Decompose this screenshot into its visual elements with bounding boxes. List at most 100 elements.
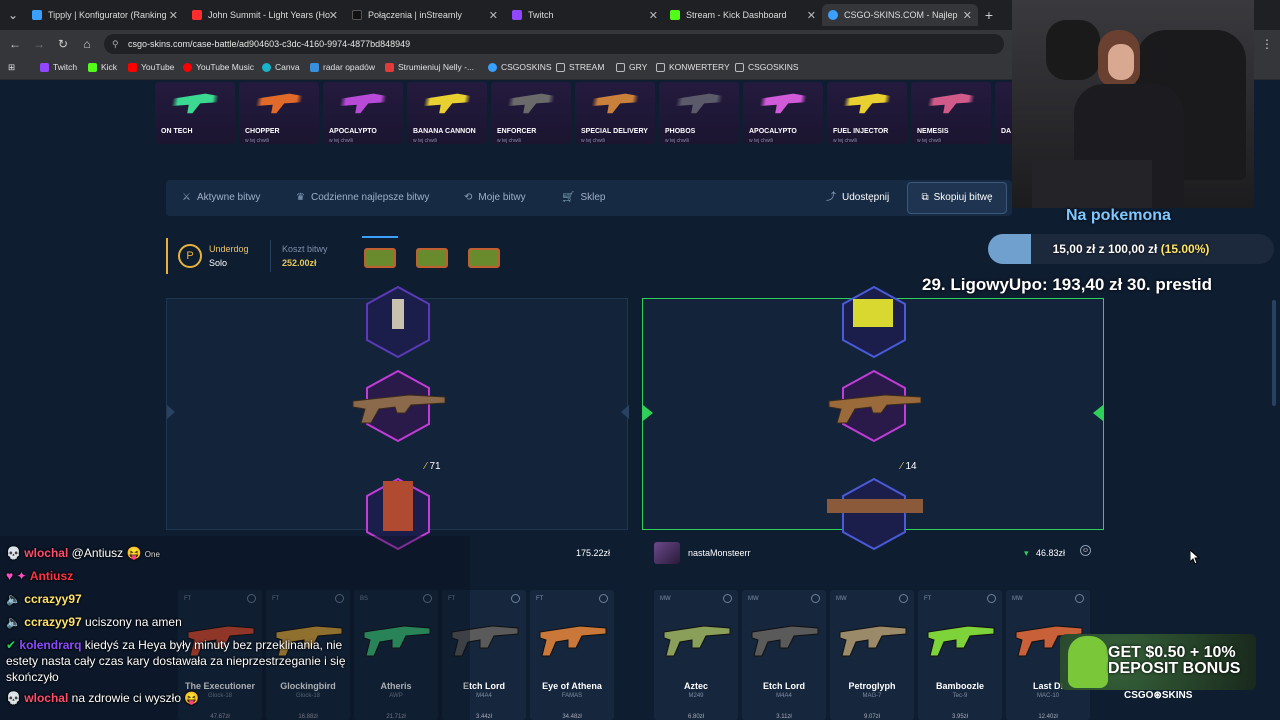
nav-daily-best[interactable]: ♛ Codzienne najlepsze bitwy [296, 180, 429, 216]
tab-favicon [192, 10, 202, 20]
browser-tab[interactable]: Stream - Kick Dashboard ✕ [664, 4, 822, 26]
live-drop-card[interactable]: FUEL INJECTOR w tej chwili [827, 82, 907, 144]
favorite-icon[interactable] [811, 594, 820, 603]
tab-search-icon[interactable]: ⌄ [4, 6, 22, 24]
live-drop-name: ENFORCER [497, 128, 537, 135]
bookmark-twitch[interactable]: Twitch [40, 62, 77, 72]
share-button[interactable]: ⤴ Udostępnij [826, 180, 889, 216]
chat-emote-label: One [144, 550, 160, 559]
bookmark-csgoskins[interactable]: CSGOSKINS [488, 62, 552, 72]
bookmark-folder-stream[interactable]: STREAM [556, 62, 604, 72]
browser-tab[interactable]: Tipply | Konfigurator (Ranking ✕ [26, 4, 184, 26]
favorite-icon[interactable] [723, 594, 732, 603]
browser-tab[interactable]: John Summit - Light Years (Ho ✕ [186, 4, 344, 26]
tab-close-icon[interactable]: ✕ [329, 9, 338, 22]
favorite-icon[interactable] [899, 594, 908, 603]
browser-tab-active[interactable]: CSGO-SKINS.COM - Najlep ✕ [822, 4, 978, 26]
live-drop-card[interactable]: APOCALYPTO w tej chwili [323, 82, 403, 144]
weapon-skin-icon [539, 625, 607, 657]
favorite-icon[interactable] [511, 594, 520, 603]
ad-brand-logo: CSGO⊛SKINS [1124, 690, 1193, 701]
favorite-icon[interactable] [599, 594, 608, 603]
weapon-skin-icon [839, 625, 907, 657]
battle-cost: 252.00zł [282, 258, 317, 268]
item-weapon-type: FAMAS [561, 693, 583, 699]
bookmark-folder-csgoskins[interactable]: CSGOSKINS [735, 62, 799, 72]
item-condition: MW [660, 596, 671, 602]
live-drop-card[interactable]: SPECIAL DELIVERY w tej chwili [575, 82, 655, 144]
bookmark-canva[interactable]: Canva [262, 62, 300, 72]
tab-close-icon[interactable]: ✕ [169, 9, 178, 22]
bookmark-folder-konwertery[interactable]: KONWERTERY [656, 62, 730, 72]
live-drop-card[interactable]: ON TECH [155, 82, 235, 144]
bookmark-strumieniuj[interactable]: Strumieniuj Nelly -... [385, 62, 474, 72]
item-price: 3.11zł [776, 714, 792, 720]
bookmark-youtube[interactable]: YouTube [128, 62, 174, 72]
live-drop-card[interactable]: NEMESIS w tej chwili [911, 82, 991, 144]
copy-icon: ⧉ [921, 192, 929, 203]
favorite-icon[interactable] [987, 594, 996, 603]
battle-header: P Underdog Solo Koszt bitwy 252.00zł [166, 236, 606, 276]
player-name[interactable]: nastaMonsteerr [688, 548, 751, 558]
live-drop-card[interactable]: ENFORCER w tej chwili [491, 82, 571, 144]
drop-item-card[interactable]: MW Etch Lord M4A4 3.11zł [742, 590, 826, 720]
live-drop-time: w tej chwili [413, 138, 437, 144]
reload-icon[interactable]: ↻ [54, 35, 72, 53]
copy-battle-button[interactable]: ⧉ Skopiuj bitwę [907, 182, 1007, 214]
item-price: 3.95zł [951, 714, 968, 720]
avatar[interactable] [654, 542, 680, 564]
battle-nav-bar: ⚔ Aktywne bitwy ♛ Codzienne najlepsze bitw… [166, 180, 1012, 216]
drop-item-card[interactable]: MW Petroglyph MAG-7 9.07zł [830, 590, 914, 720]
player-total: 175.22zł [576, 548, 611, 558]
item-weapon-type: MAG-7 [862, 693, 882, 699]
page-scrollbar[interactable] [1272, 300, 1276, 406]
back-icon[interactable]: ← [6, 35, 24, 53]
bookmark-youtube-music[interactable]: YouTube Music [183, 62, 254, 72]
drop-item-card[interactable]: MW Aztec M249 6.80zł [654, 590, 738, 720]
bookmark-label: YouTube [141, 62, 175, 72]
nav-active-battles[interactable]: ⚔ Aktywne bitwy [182, 180, 260, 216]
tab-close-icon[interactable]: ✕ [649, 9, 658, 22]
bookmark-kick[interactable]: Kick [88, 62, 117, 72]
nav-shop[interactable]: 🛒 Sklep [562, 180, 605, 216]
case-thumbnail[interactable] [414, 240, 450, 270]
item-price: 12.40zł [1038, 714, 1058, 720]
live-drop-time: w tej chwili [245, 138, 269, 144]
drop-item-card[interactable]: FT Eye of Athena FAMAS 34.48zł [530, 590, 614, 720]
case-thumbnail[interactable] [466, 240, 502, 270]
tab-close-icon[interactable]: ✕ [489, 9, 498, 22]
favorite-icon[interactable] [1075, 594, 1084, 603]
chat-text: uciszony na amen [85, 615, 182, 629]
live-drop-card[interactable]: BANANA CANNON w tej chwili [407, 82, 487, 144]
csgoskins-icon [488, 62, 497, 72]
folder-icon [735, 62, 744, 72]
apps-grid-icon[interactable]: ⊞ [8, 62, 15, 73]
nav-my-battles[interactable]: ⟲ Moje bitwy [464, 180, 526, 216]
tab-close-icon[interactable]: ✕ [963, 9, 972, 22]
browser-tab[interactable]: Twitch ✕ [506, 4, 664, 26]
tab-close-icon[interactable]: ✕ [807, 9, 816, 22]
item-name: Petroglyph [848, 681, 896, 691]
divider [270, 240, 271, 272]
browser-tab[interactable]: Połączenia | inStreamly ✕ [346, 4, 504, 26]
item-name: Eye of Athena [542, 681, 602, 691]
emote-icon[interactable]: ☺ [1080, 545, 1091, 556]
drop-item-card[interactable]: FT Bamboozle Tec-9 3.95zł [918, 590, 1002, 720]
home-icon[interactable]: ⌂ [78, 35, 96, 53]
new-tab-icon[interactable]: + [980, 6, 998, 24]
case-thumbnail[interactable] [362, 236, 398, 270]
bookmark-radar[interactable]: radar opadów [310, 62, 375, 72]
ticker-text: 29. LigowyUpo: 193,40 zł 30. prestid [922, 275, 1213, 294]
sponsor-ad-banner[interactable]: GET $0.50 + 10% DEPOSIT BONUS CSGO⊛SKINS [1060, 630, 1260, 706]
forward-icon[interactable]: → [30, 35, 48, 53]
weapon-skin-icon [841, 93, 893, 114]
bookmark-folder-gry[interactable]: GRY [616, 62, 647, 72]
site-info-icon[interactable]: ⚲ [112, 34, 119, 54]
weapon-skin-icon [337, 93, 389, 114]
url-input[interactable]: ⚲ csgo-skins.com/case-battle/ad904603-c3… [104, 34, 1004, 54]
item-name: Aztec [683, 681, 708, 691]
live-drop-card[interactable]: PHOBOS w tej chwili [659, 82, 739, 144]
live-drop-card[interactable]: CHOPPER w tej chwili [239, 82, 319, 144]
profile-menu-icon[interactable]: ⋮ [1258, 35, 1276, 53]
live-drop-card[interactable]: APOCALYPTO w tej chwili [743, 82, 823, 144]
